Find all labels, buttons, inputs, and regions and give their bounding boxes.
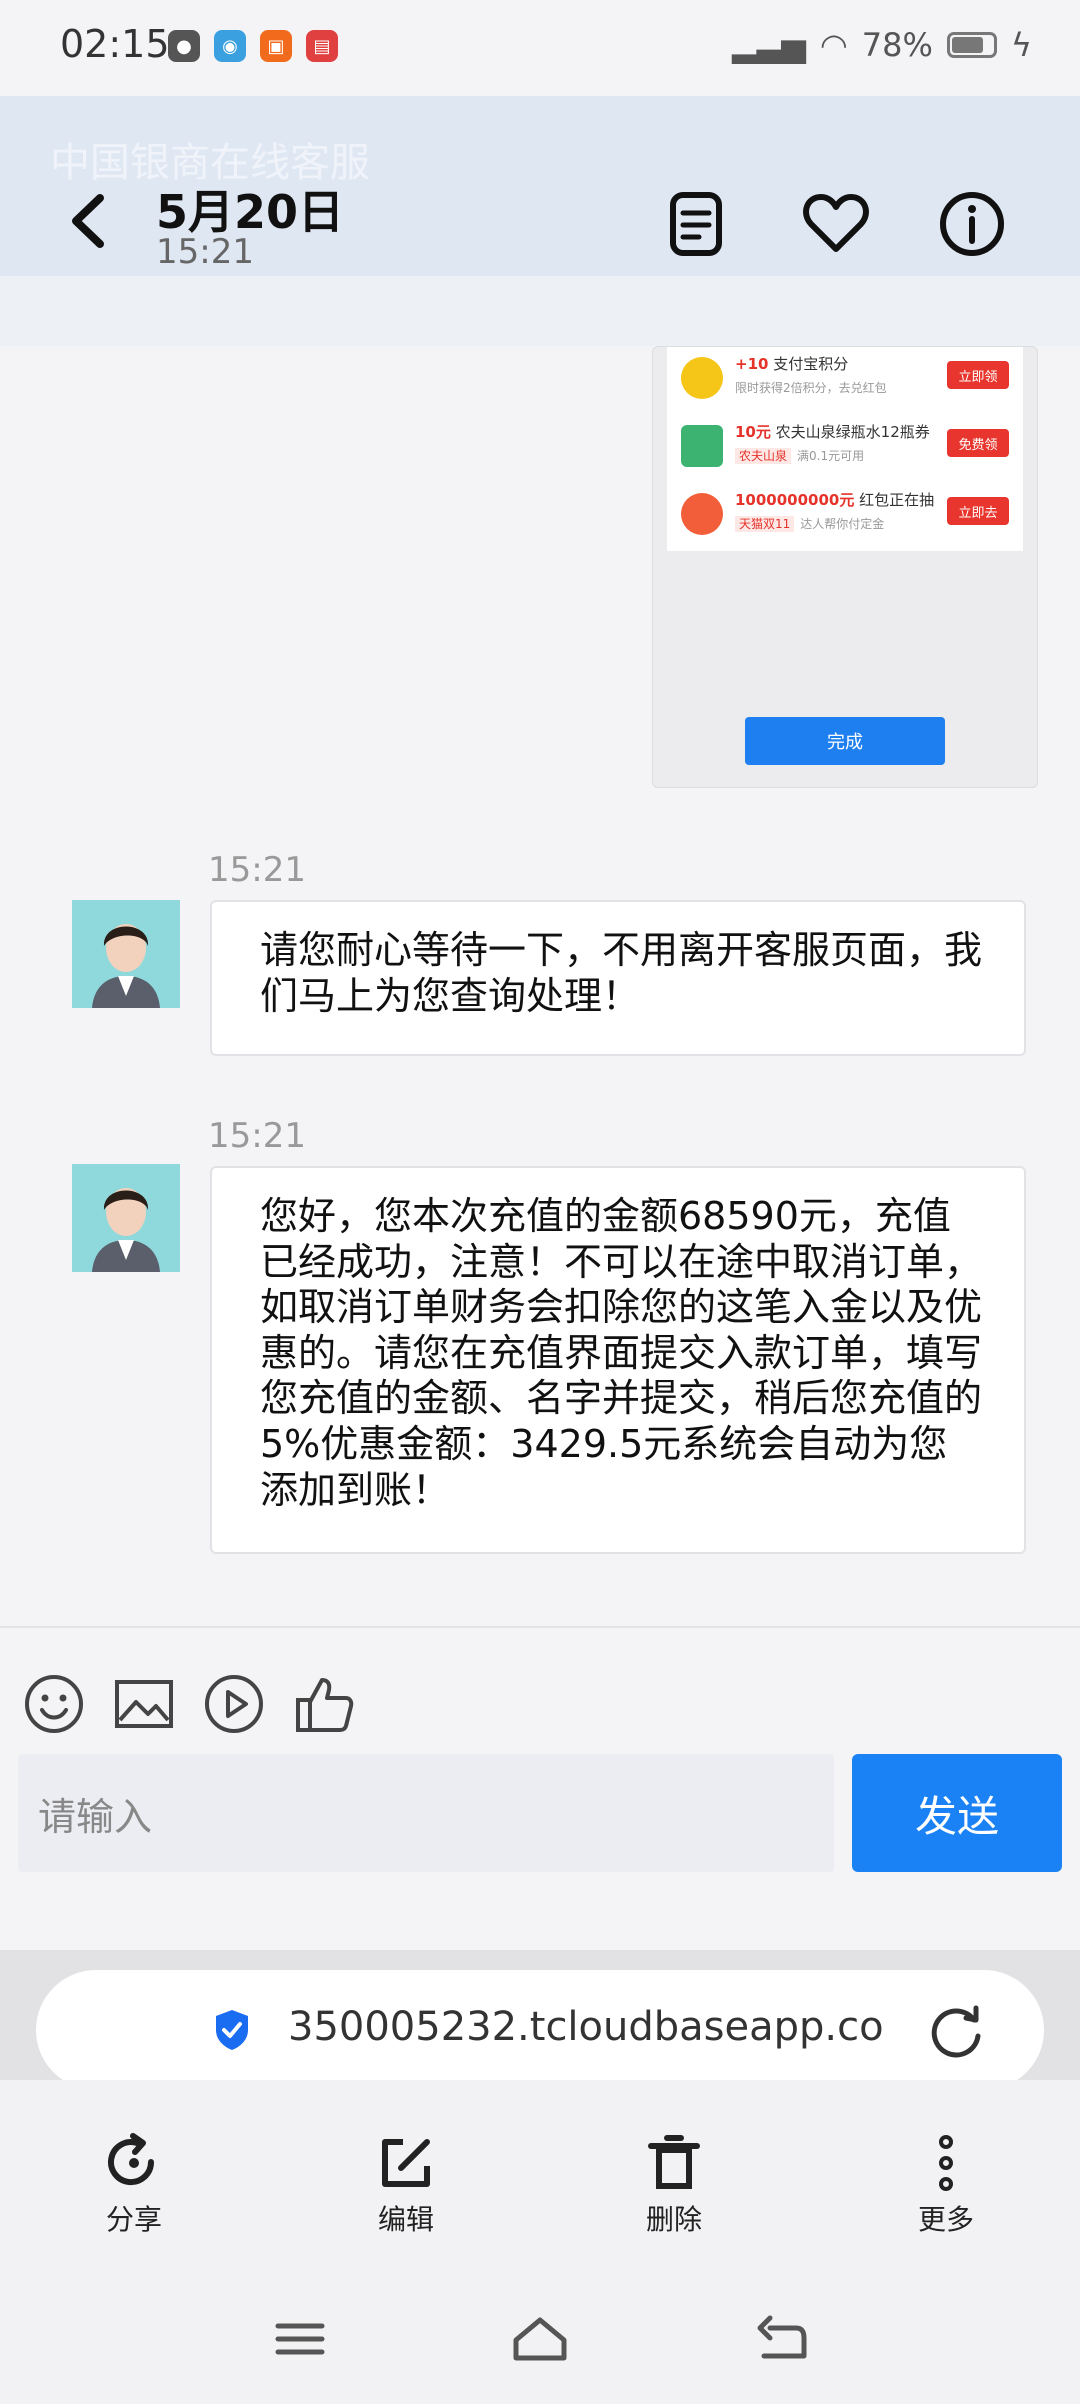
app-icon: ◉ (214, 30, 246, 62)
promo-tag: 天猫双11 (735, 516, 795, 532)
reload-icon[interactable] (926, 2002, 986, 2062)
browser-actions: 分享 编辑 删除 更多 (0, 2080, 1080, 2270)
screenshot-image-message[interactable]: +10 支付宝积分 限时获得2倍积分，去兑红包 立即领 10元 农夫山泉绿瓶水1… (652, 346, 1038, 788)
promo-button: 立即领 (947, 361, 1009, 389)
wifi-icon: ◠ (819, 26, 848, 64)
favorite-button[interactable] (796, 184, 876, 264)
promo-icon (681, 357, 723, 399)
more-button[interactable]: 更多 (886, 2132, 1006, 2238)
delete-button[interactable]: 删除 (614, 2132, 734, 2238)
chat-header: 中国银商在线客服 5月20日 15:21 (0, 96, 1080, 276)
share-icon (108, 2133, 155, 2186)
message-bubble[interactable]: 您好，您本次充值的金额68590元，充值已经成功，注意！不可以在途中取消订单，如… (210, 1166, 1026, 1554)
home-button[interactable] (510, 2314, 570, 2364)
promo-highlight: 1000000000元 (735, 491, 855, 509)
shield-icon (216, 2010, 248, 2050)
message-input[interactable]: 请输入 (18, 1754, 834, 1872)
heart-icon (803, 194, 869, 252)
promo-item: 10元 农夫山泉绿瓶水12瓶券 农夫山泉 满0.1元可用 免费领 (675, 415, 1015, 477)
charging-icon: ϟ (1010, 26, 1032, 64)
promo-highlight: +10 (735, 355, 769, 373)
home-icon (513, 2317, 567, 2361)
promo-title: 支付宝积分 (773, 355, 849, 373)
signal-icon: ▂▃▅ (732, 26, 806, 64)
share-label: 分享 (105, 2203, 162, 2236)
promo-tag: 农夫山泉 (735, 448, 792, 464)
promo-item: 1000000000元 红包正在抽 天猫双11 达人帮你付定金 立即去 (675, 483, 1015, 545)
spacer (0, 1880, 1080, 1950)
input-toolbar (0, 1626, 1080, 1748)
delete-icon (648, 2135, 700, 2189)
video-icon (205, 1675, 263, 1733)
promo-list: +10 支付宝积分 限时获得2倍积分，去兑红包 立即领 10元 农夫山泉绿瓶水1… (667, 347, 1023, 551)
status-time: 02:15 (60, 22, 170, 66)
emoji-button[interactable] (22, 1672, 86, 1736)
avatar-icon (72, 1164, 180, 1272)
share-button[interactable]: 分享 (74, 2132, 194, 2238)
browser-address-area: 350005232.tcloudbaseapp.co (0, 1950, 1080, 2090)
done-button: 完成 (745, 717, 945, 765)
header-shadow (0, 276, 1080, 346)
more-icon (939, 2135, 953, 2191)
promo-title: 农夫山泉绿瓶水12瓶券 (775, 423, 930, 441)
image-button[interactable] (112, 1672, 176, 1736)
promo-button: 免费领 (947, 429, 1009, 457)
like-button[interactable] (292, 1672, 356, 1736)
info-button[interactable] (932, 184, 1012, 264)
back-button[interactable] (58, 186, 118, 256)
promo-icon (681, 493, 723, 535)
notes-button[interactable] (656, 184, 736, 264)
chevron-left-icon (72, 194, 104, 248)
agent-avatar[interactable] (72, 900, 180, 1008)
agent-avatar[interactable] (72, 1164, 180, 1272)
battery-icon (946, 32, 997, 58)
promo-item: +10 支付宝积分 限时获得2倍积分，去兑红包 立即领 (675, 347, 1015, 409)
back-icon (757, 2315, 807, 2359)
message-time: 15:21 (208, 850, 306, 890)
system-nav-bar (0, 2270, 1080, 2404)
news-icon: ▤ (306, 30, 338, 62)
kuaishou-icon: ▣ (260, 30, 292, 62)
url-text: 350005232.tcloudbaseapp.co (288, 2004, 884, 2050)
edit-icon (382, 2139, 430, 2187)
avatar-icon (72, 900, 180, 1008)
page-subtitle: 15:21 (156, 232, 254, 272)
edit-button[interactable]: 编辑 (346, 2132, 466, 2238)
promo-title: 红包正在抽 (859, 491, 935, 509)
promo-subtitle: 满0.1元可用 (797, 449, 865, 463)
send-button[interactable]: 发送 (852, 1754, 1062, 1872)
promo-button: 立即去 (947, 497, 1009, 525)
edit-label: 编辑 (377, 2203, 434, 2236)
promo-subtitle: 限时获得2倍积分，去兑红包 (735, 381, 887, 395)
more-label: 更多 (917, 2203, 974, 2236)
wechat-icon: ● (168, 30, 200, 62)
emoji-icon (25, 1675, 83, 1733)
status-right: ▂▃▅ ◠ 78% ϟ (732, 26, 1032, 64)
video-button[interactable] (202, 1672, 266, 1736)
delete-label: 删除 (645, 2203, 702, 2236)
back-nav-button[interactable] (750, 2314, 810, 2364)
battery-percent: 78% (861, 26, 933, 64)
status-bar: 02:15 ● ◉ ▣ ▤ ▂▃▅ ◠ 78% ϟ (0, 0, 1080, 96)
menu-icon (275, 2323, 325, 2355)
menu-button[interactable] (270, 2314, 330, 2364)
address-bar[interactable]: 350005232.tcloudbaseapp.co (36, 1970, 1044, 2090)
message-bubble[interactable]: 请您耐心等待一下，不用离开客服页面，我们马上为您查询处理！ (210, 900, 1026, 1056)
promo-subtitle: 达人帮你付定金 (800, 517, 885, 531)
chat-area[interactable]: +10 支付宝积分 限时获得2倍积分，去兑红包 立即领 10元 农夫山泉绿瓶水1… (0, 346, 1080, 1626)
message-time: 15:21 (208, 1116, 306, 1156)
thumbs-up-icon (296, 1678, 354, 1732)
notes-icon (670, 192, 722, 256)
image-icon (115, 1680, 173, 1728)
promo-icon (681, 425, 723, 467)
info-icon (940, 192, 1004, 256)
notification-icons: ● ◉ ▣ ▤ (168, 30, 338, 62)
promo-highlight: 10元 (735, 423, 771, 441)
